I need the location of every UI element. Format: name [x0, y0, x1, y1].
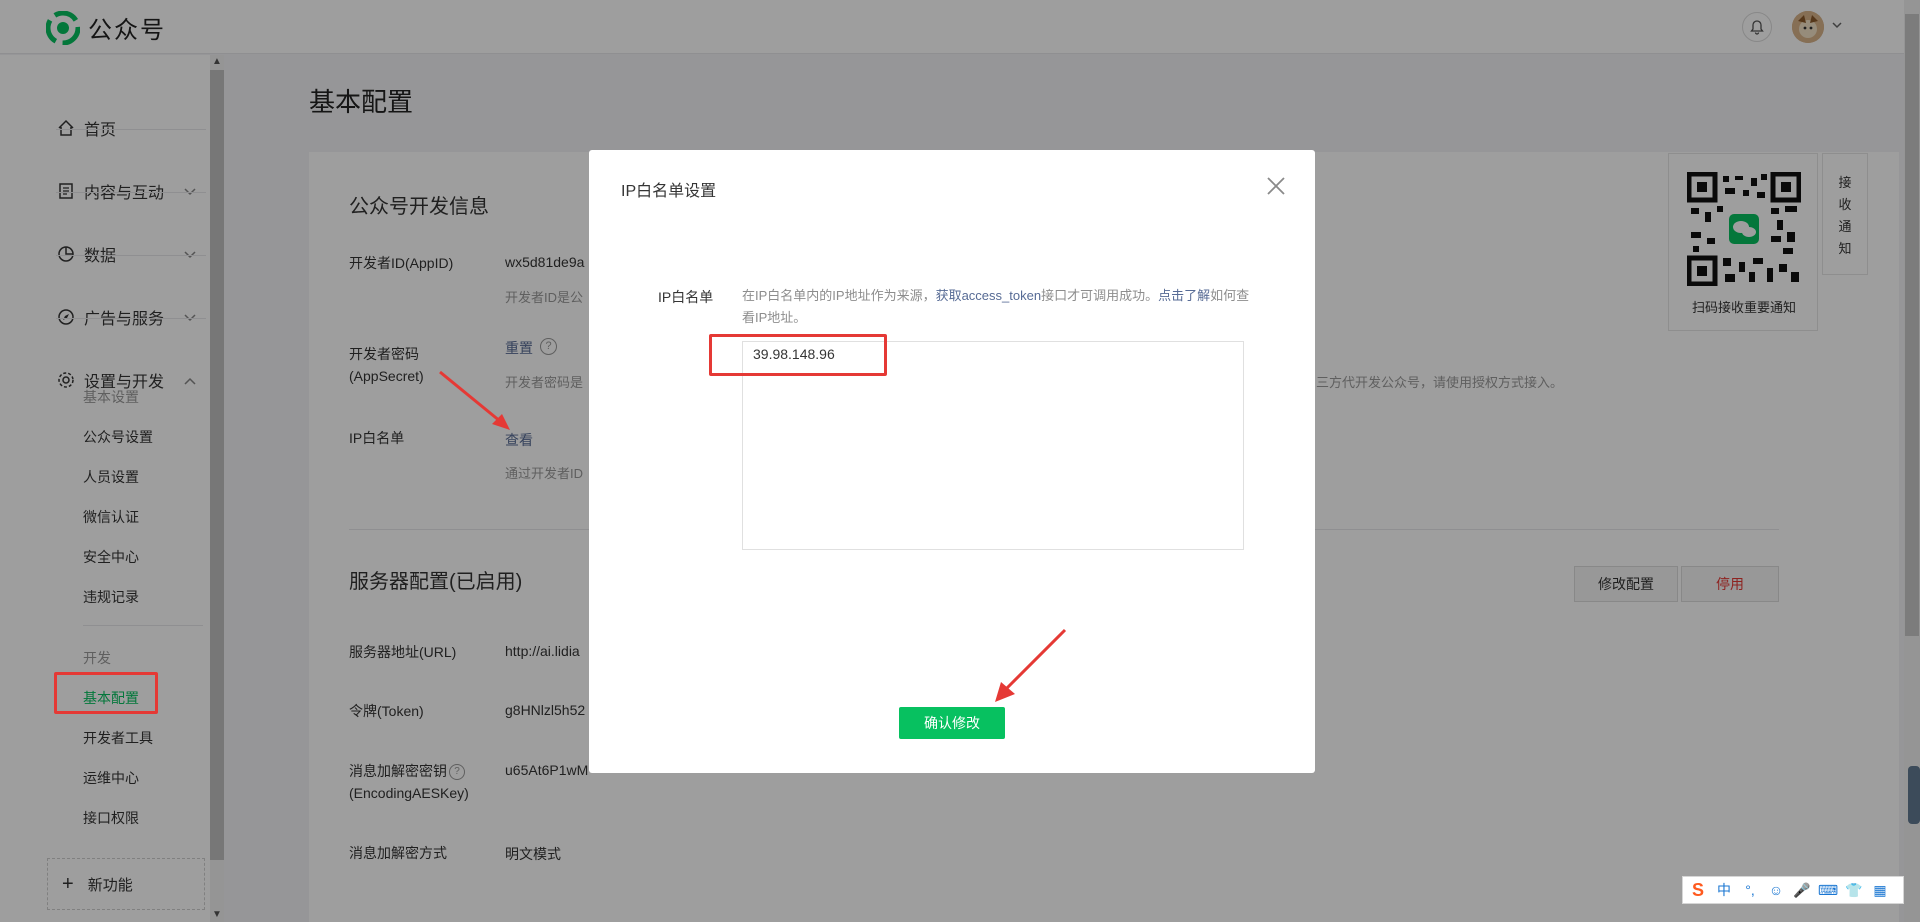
modal-title: IP白名单设置: [621, 183, 717, 200]
ime-keyboard-icon[interactable]: ⌨: [1817, 882, 1839, 899]
ip-whitelist-textarea[interactable]: 39.98.148.96: [742, 341, 1244, 550]
hint-text: 在IP白名单内的IP地址作为来源，: [742, 288, 936, 303]
ip-whitelist-field-label: IP白名单: [658, 289, 714, 305]
hint-text: 接口才可调用成功。: [1041, 288, 1159, 303]
access-token-link[interactable]: 获取access_token: [936, 288, 1042, 303]
annotation-box: [54, 672, 158, 714]
close-icon[interactable]: [1264, 174, 1288, 198]
ime-voice-icon[interactable]: 🎤: [1791, 882, 1813, 899]
ime-emoji-icon[interactable]: ☺: [1765, 882, 1787, 898]
ime-toolbar[interactable]: S 中 °, ☺ 🎤 ⌨ 👕 ▦: [1682, 876, 1904, 904]
ime-skin-icon[interactable]: 👕: [1843, 882, 1865, 899]
annotation-arrow-icon: [439, 370, 510, 430]
side-widget-handle[interactable]: [1908, 766, 1920, 824]
ip-whitelist-hint: 在IP白名单内的IP地址作为来源，获取access_token接口才可调用成功。…: [742, 285, 1252, 329]
sogou-logo-icon[interactable]: S: [1687, 880, 1709, 901]
ime-chinese-mode[interactable]: 中: [1713, 880, 1735, 900]
annotation-arrow-icon: [995, 628, 1067, 702]
learn-more-link[interactable]: 点击了解: [1158, 288, 1210, 303]
ip-whitelist-modal: IP白名单设置 IP白名单 在IP白名单内的IP地址作为来源，获取access_…: [589, 150, 1315, 773]
confirm-modify-button[interactable]: 确认修改: [899, 707, 1005, 739]
ime-toolbox-icon[interactable]: ▦: [1869, 882, 1891, 899]
ime-punctuation-icon[interactable]: °,: [1739, 882, 1761, 898]
